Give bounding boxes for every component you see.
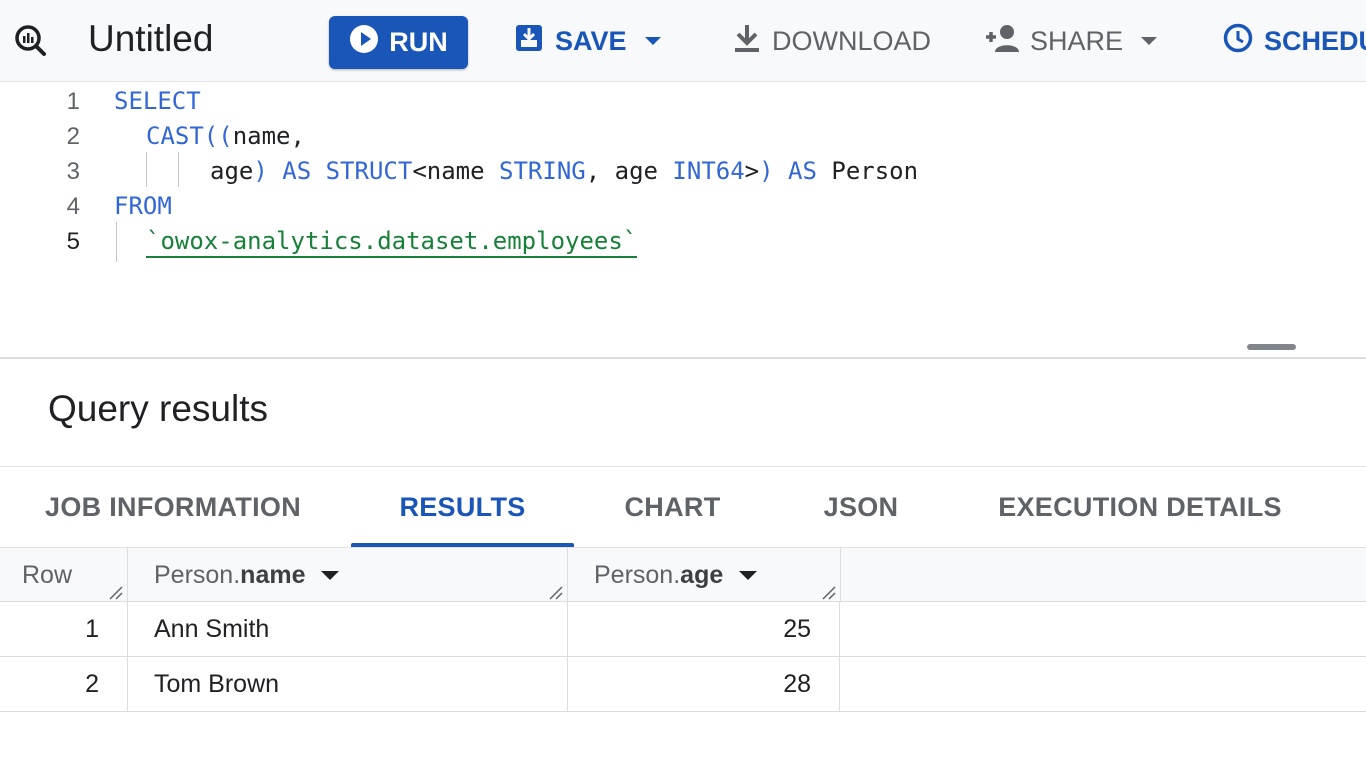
- row-number: 1: [0, 602, 128, 657]
- column-header-person-name[interactable]: Person. name: [128, 548, 568, 602]
- share-button[interactable]: SHARE: [984, 16, 1158, 66]
- line-number: 3: [66, 158, 80, 185]
- tab-results[interactable]: RESULTS: [351, 467, 574, 548]
- row-divider: [840, 656, 1366, 657]
- table-row[interactable]: 1 Ann Smith 25: [0, 602, 840, 657]
- table-row[interactable]: 2 Tom Brown 28: [0, 657, 840, 712]
- column-header-person-age[interactable]: Person. age: [568, 548, 841, 602]
- line-number: 5: [66, 228, 80, 255]
- share-label: SHARE: [1030, 25, 1124, 56]
- identifier-token: , age: [585, 157, 673, 185]
- download-button[interactable]: DOWNLOAD: [732, 16, 931, 66]
- code-text: age) AS STRUCT<name STRING, age INT64>) …: [210, 154, 918, 189]
- tab-job-information[interactable]: JOB INFORMATION: [28, 467, 318, 548]
- identifier-token: age: [210, 157, 254, 185]
- cell-name[interactable]: Ann Smith: [128, 602, 568, 657]
- cell-age[interactable]: 25: [568, 602, 840, 657]
- keyword-token: INT64: [672, 157, 745, 185]
- code-line[interactable]: 1 SELECT: [0, 84, 1366, 119]
- column-prefix: Person.: [594, 560, 681, 589]
- indent-guide: [116, 222, 117, 262]
- cell-age[interactable]: 28: [568, 657, 840, 712]
- line-number: 1: [66, 88, 80, 115]
- code-line[interactable]: 4 FROM: [0, 189, 1366, 224]
- indent-guide: [178, 152, 179, 187]
- identifier-token: >: [744, 157, 760, 185]
- code-text: `owox-analytics.dataset.employees`: [146, 224, 638, 259]
- line-number: 4: [66, 193, 80, 220]
- clock-icon: [1222, 22, 1254, 61]
- table-header: Row Person. name Person. age: [0, 548, 1366, 602]
- row-number: 2: [0, 657, 128, 712]
- identifier-token: name,: [232, 122, 305, 150]
- save-icon: [513, 22, 545, 61]
- keyword-token: SELECT: [114, 87, 201, 115]
- query-icon: [12, 22, 48, 58]
- save-button[interactable]: SAVE: [513, 16, 661, 66]
- column-header-row[interactable]: Row: [0, 548, 128, 602]
- code-text: SELECT: [114, 84, 201, 119]
- keyword-token: CAST: [146, 122, 204, 150]
- chevron-down-icon: [644, 37, 661, 45]
- column-resize-icon[interactable]: [547, 584, 563, 600]
- string-token: `owox-analytics.dataset.employees`: [146, 226, 638, 258]
- keyword-token: ) AS: [759, 157, 832, 185]
- query-title[interactable]: Untitled: [88, 14, 213, 64]
- sort-dropdown-icon[interactable]: [739, 570, 758, 580]
- results-title: Query results: [48, 388, 269, 429]
- results-tabs: JOB INFORMATION RESULTS CHART JSON EXECU…: [0, 466, 1366, 548]
- tab-execution-details[interactable]: EXECUTION DETAILS: [990, 467, 1290, 548]
- code-text: CAST((name,: [146, 119, 305, 154]
- add-person-icon: [984, 23, 1020, 60]
- column-field: age: [680, 560, 724, 589]
- keyword-token: FROM: [114, 192, 172, 220]
- save-label: SAVE: [555, 25, 627, 56]
- column-prefix: Person.: [154, 560, 241, 589]
- keyword-token: ) AS STRUCT: [253, 157, 413, 185]
- keyword-token: STRING: [499, 157, 586, 185]
- chevron-down-icon: [1141, 37, 1158, 45]
- schedule-label: SCHEDU: [1264, 25, 1366, 56]
- code-line[interactable]: 5 `owox-analytics.dataset.employees`: [0, 224, 1366, 259]
- sort-dropdown-icon[interactable]: [321, 570, 340, 580]
- editor-resize-handle[interactable]: [1247, 344, 1296, 350]
- run-label: RUN: [389, 27, 448, 57]
- column-field: name: [240, 560, 306, 589]
- download-icon: [732, 22, 762, 61]
- tab-chart[interactable]: CHART: [610, 467, 735, 548]
- keyword-token: ((: [203, 122, 233, 150]
- cell-name[interactable]: Tom Brown: [128, 657, 568, 712]
- sql-editor[interactable]: 1 SELECT 2 CAST((name, 3 age) AS STRUCT<name …: [0, 82, 1366, 359]
- toolbar: Untitled RUN SAVE DOWNLOAD SHARE SCHED: [0, 0, 1366, 82]
- active-tab-indicator: [351, 543, 574, 547]
- column-resize-icon[interactable]: [107, 584, 123, 600]
- indent-guide: [146, 152, 147, 187]
- play-icon: [349, 24, 379, 61]
- identifier-token: Person: [831, 157, 919, 185]
- column-resize-icon[interactable]: [820, 584, 836, 600]
- identifier-token: <name: [412, 157, 500, 185]
- code-line[interactable]: 2 CAST((name,: [0, 119, 1366, 154]
- schedule-button[interactable]: SCHEDU: [1222, 16, 1366, 66]
- tab-json[interactable]: JSON: [800, 467, 922, 548]
- code-text: FROM: [114, 189, 172, 224]
- download-label: DOWNLOAD: [772, 25, 932, 56]
- row-divider: [840, 711, 1366, 712]
- run-button[interactable]: RUN: [329, 16, 468, 69]
- line-number: 2: [66, 123, 80, 150]
- code-line[interactable]: 3 age) AS STRUCT<name STRING, age INT64>)…: [0, 154, 1366, 189]
- column-label: Row: [22, 560, 73, 589]
